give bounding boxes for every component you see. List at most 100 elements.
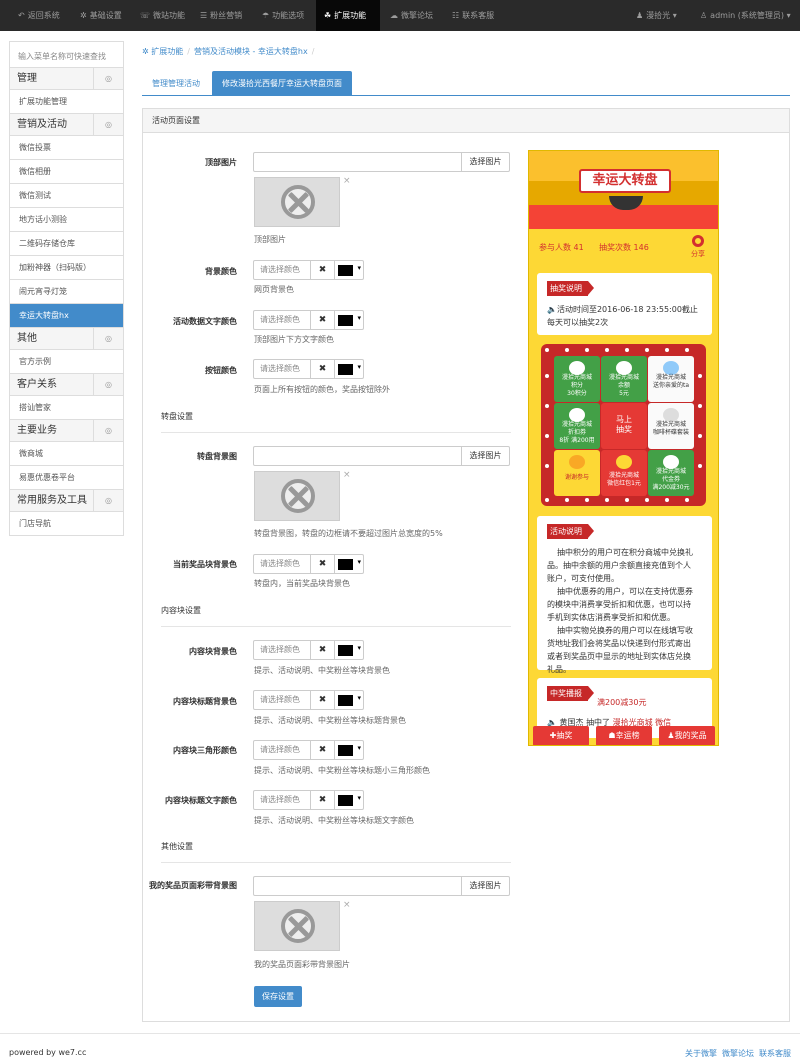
collapse-toggle-icon[interactable]: ◎ [93,68,123,89]
button-color-input[interactable]: 请选择颜色 [253,359,311,379]
current-prize-bg-input[interactable]: 请选择颜色 [253,554,311,574]
tab-manage-activity[interactable]: 管理管理活动 [142,71,210,96]
close-icon[interactable]: × [343,900,351,910]
button-color-clear-button[interactable]: ✖ [311,359,335,379]
caret-down-icon: ▾ [357,314,361,322]
block-bg-clear-button[interactable]: ✖ [311,640,335,660]
bg-color-input[interactable]: 请选择颜色 [253,260,311,280]
top-image-label: 顶部图片 [205,158,237,167]
section-content-settings: 内容块设置 [161,605,511,627]
close-icon[interactable]: × [343,176,351,186]
top-image-preview [254,177,340,227]
draw-button[interactable]: ✚抽奖 [533,726,589,745]
tab-edit-page[interactable]: 修改漫拾光西餐厅幸运大转盘页面 [212,71,352,96]
footer-link-support[interactable]: 联系客服 [759,1049,791,1058]
collapse-toggle-icon[interactable]: ◎ [93,114,123,135]
share-button[interactable]: 分享 [686,235,710,259]
wheel-bg-pick-button[interactable]: 选择图片 [462,446,510,466]
sidebar-item-extension-manage[interactable]: 扩展功能管理 [10,90,123,114]
footer-link-forum[interactable]: 微擎论坛 [722,1049,754,1058]
sidebar-item-vote[interactable]: 微信投票 [10,136,123,160]
button-color-label: 按钮颜色 [205,366,237,375]
breadcrumb-item-module[interactable]: 营销及活动模块 - 幸运大转盘hx [194,47,308,56]
preview-bottom-bar: ✚抽奖 ☗幸运榜 ♟我的奖品 [529,723,718,745]
breadcrumb-item-extension[interactable]: 扩展功能 [151,47,183,56]
top-image-input[interactable] [253,152,462,172]
caret-down-icon: ▾ [357,694,361,702]
data-text-color-clear-button[interactable]: ✖ [311,310,335,330]
sidebar-item-lucky-wheel[interactable]: 幸运大转盘hx [10,304,123,328]
nav-basic-settings[interactable]: ✲ 基础设置 [80,0,122,31]
sidebar-group-tools[interactable]: 常用服务及工具 ◎ [10,490,123,512]
bg-color-picker[interactable]: ▾ [335,260,364,280]
collapse-toggle-icon[interactable]: ◎ [93,328,123,349]
caret-down-icon: ▾ [357,794,361,802]
sidebar-group-customer[interactable]: 客户关系 ◎ [10,374,123,396]
sidebar-item-fans-tool[interactable]: 加粉神器（扫码版） [10,256,123,280]
data-text-color-input[interactable]: 请选择颜色 [253,310,311,330]
block-triangle-input[interactable]: 请选择颜色 [253,740,311,760]
sidebar-item-album[interactable]: 微信相册 [10,160,123,184]
current-prize-bg-clear-button[interactable]: ✖ [311,554,335,574]
nav-function-options[interactable]: ☂ 功能选项 [262,0,304,31]
gear-icon: ✲ [80,11,87,20]
block-title-text-picker[interactable]: ▾ [335,790,364,810]
button-color-picker[interactable]: ▾ [335,359,364,379]
block-bg-help: 提示、活动说明、中奖粉丝等块背景色 [254,666,390,675]
block-triangle-picker[interactable]: ▾ [335,740,364,760]
block-title-bg-picker[interactable]: ▾ [335,690,364,710]
no-image-icon [281,185,315,219]
sidebar-item-chat-assistant[interactable]: 搭讪管家 [10,396,123,420]
sidebar-item-qrcode-storage[interactable]: 二维码存储仓库 [10,232,123,256]
sidebar-group-other[interactable]: 其他 ◎ [10,328,123,350]
collapse-toggle-icon[interactable]: ◎ [93,420,123,441]
block-title-bg-input[interactable]: 请选择颜色 [253,690,311,710]
panel-title: 活动页面设置 [143,109,789,133]
nav-back-to-system[interactable]: ↶ 返回系统 [18,0,60,31]
menu-search-input[interactable]: 输入菜单名称可快速查找 [10,42,123,68]
my-prize-bg-input[interactable] [253,876,462,896]
sidebar-item-store-nav[interactable]: 门店导航 [10,512,123,536]
block-bg-input[interactable]: 请选择颜色 [253,640,311,660]
nav-forum[interactable]: ☁ 微擎论坛 [390,0,433,31]
data-text-color-picker[interactable]: ▾ [335,310,364,330]
my-prizes-button[interactable]: ♟我的奖品 [659,726,715,745]
block-title-bg-clear-button[interactable]: ✖ [311,690,335,710]
sidebar-item-micro-mall[interactable]: 微商城 [10,442,123,466]
sidebar-group-marketing[interactable]: 营销及活动 ◎ [10,114,123,136]
sidebar-item-official-example[interactable]: 官方示例 [10,350,123,374]
block-title-text-input[interactable]: 请选择颜色 [253,790,311,810]
sidebar-item-coupon-platform[interactable]: 易惠优惠卷平台 [10,466,123,490]
block-title-text-clear-button[interactable]: ✖ [311,790,335,810]
user-menu[interactable]: ♙ admin (系统管理员) ▾ [700,0,791,31]
extension-icon: ☘ [324,11,332,20]
collapse-toggle-icon[interactable]: ◎ [93,374,123,395]
nav-fans-marketing[interactable]: ☰ 粉丝营销 [200,0,242,31]
block-bg-picker[interactable]: ▾ [335,640,364,660]
current-prize-bg-picker[interactable]: ▾ [335,554,364,574]
back-icon: ↶ [18,11,25,20]
sidebar-item-dialect-quiz[interactable]: 地方话小测验 [10,208,123,232]
save-settings-button[interactable]: 保存设置 [254,986,302,1007]
sidebar-group-business[interactable]: 主要业务 ◎ [10,420,123,442]
draw-now-button[interactable]: 马上 抽奖 [601,403,647,449]
sidebar-item-lantern[interactable]: 闹元宵寻灯笼 [10,280,123,304]
nav-contact-support[interactable]: ☷ 联系客服 [452,0,494,31]
nav-micro-site[interactable]: ☏ 微站功能 [140,0,185,31]
nav-extended-functions[interactable]: ☘ 扩展功能 [316,0,380,31]
sidebar-item-test[interactable]: 微信测试 [10,184,123,208]
tab-bar: 管理管理活动 修改漫拾光西餐厅幸运大转盘页面 [142,71,790,96]
collapse-toggle-icon[interactable]: ◎ [93,490,123,511]
close-icon[interactable]: × [343,470,351,480]
share-icon [692,235,704,247]
wheel-bg-input[interactable] [253,446,462,466]
footer-link-about[interactable]: 关于微擎 [685,1049,717,1058]
lucky-rank-button[interactable]: ☗幸运榜 [596,726,652,745]
account-menu[interactable]: ♟ 漫拾光 ▾ [636,0,677,31]
top-image-pick-button[interactable]: 选择图片 [462,152,510,172]
my-prize-bg-pick-button[interactable]: 选择图片 [462,876,510,896]
block-triangle-clear-button[interactable]: ✖ [311,740,335,760]
sidebar-group-manage[interactable]: 管理 ◎ [10,68,123,90]
bg-color-clear-button[interactable]: ✖ [311,260,335,280]
wheel-bg-label: 转盘背景图 [197,452,237,461]
